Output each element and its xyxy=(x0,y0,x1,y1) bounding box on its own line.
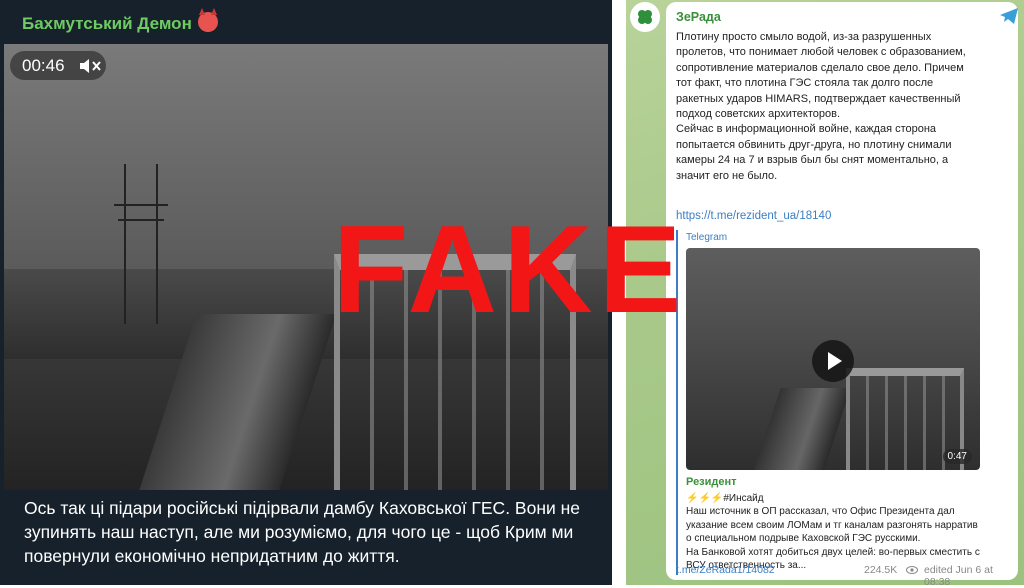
embed-video-duration: 0:47 xyxy=(942,449,972,464)
embed-text: ⚡⚡⚡#Инсайд Наш источник в ОП рассказал, … xyxy=(686,493,980,572)
view-count: 224.5K xyxy=(864,564,898,576)
telegram-share-icon[interactable] xyxy=(1000,8,1018,24)
eye-icon xyxy=(906,566,918,574)
embedded-post[interactable]: Telegram 0:47 Резидент ⚡⚡⚡#Инсайд Наш ис… xyxy=(676,230,1014,575)
right-channel-name[interactable]: ЗеРада xyxy=(676,10,721,24)
play-button-icon[interactable] xyxy=(812,340,854,382)
fake-stamp: FAKE xyxy=(332,201,688,339)
embed-dam-roadway xyxy=(751,388,851,470)
video-time-pill[interactable]: 00:46 xyxy=(10,51,106,80)
embed-author[interactable]: Резидент xyxy=(686,476,737,488)
left-channel-name[interactable]: Бахмутський Демон xyxy=(22,8,218,34)
post-text: Плотину просто смыло водой, из-за разруш… xyxy=(676,31,966,182)
devil-emoji-icon xyxy=(197,8,218,32)
edited-timestamp: edited Jun 6 at 08:38 xyxy=(924,564,993,588)
left-post-header: Бахмутський Демон xyxy=(0,0,612,44)
mute-icon[interactable] xyxy=(80,59,102,73)
channel-avatar[interactable] xyxy=(630,2,660,32)
embed-video-player[interactable]: 0:47 xyxy=(686,248,980,470)
power-pylon xyxy=(114,164,168,324)
footer-link[interactable]: t.me/ZeRada1/14082 xyxy=(676,564,775,576)
video-time: 00:46 xyxy=(22,56,65,75)
left-post-caption: Ось так ці підари російські підірвали да… xyxy=(24,498,581,566)
clover-icon xyxy=(638,10,652,24)
left-channel-name-text[interactable]: Бахмутський Демон xyxy=(22,14,192,33)
post-footer: t.me/ZeRada1/14082 224.5K edited Jun 6 a… xyxy=(676,564,1016,588)
